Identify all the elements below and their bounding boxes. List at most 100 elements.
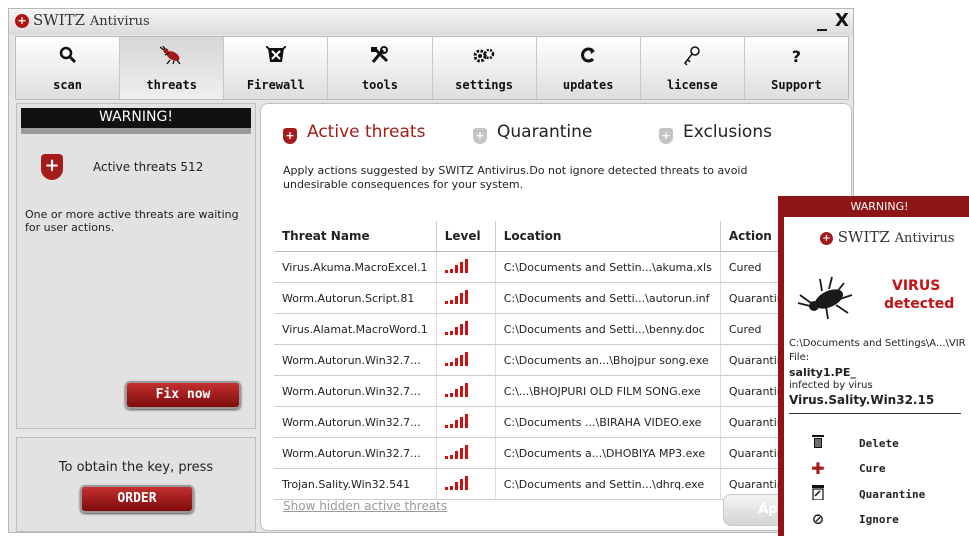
- tools-icon: [328, 46, 431, 69]
- quarantine-icon: [811, 485, 825, 504]
- question-icon: ?: [791, 47, 802, 66]
- threat-level-bars-icon: [444, 475, 468, 490]
- key-icon: [641, 46, 744, 71]
- toolbar-label: updates: [562, 78, 614, 92]
- popup-divider: [789, 413, 961, 414]
- toolbar-label: scan: [53, 78, 83, 92]
- updates-icon: [537, 46, 640, 69]
- firewall-icon: [224, 45, 327, 69]
- toolbar-label: threats: [146, 78, 197, 92]
- magnifier-icon: [16, 46, 119, 69]
- threats-content-panel: + Active threats + Quarantine + Exclusions …: [260, 103, 852, 531]
- toolbar-item-settings[interactable]: settings: [433, 37, 537, 99]
- column-header-level[interactable]: Level: [436, 221, 496, 252]
- toolbar-item-firewall[interactable]: Firewall: [224, 37, 329, 99]
- order-panel: To obtain the key, press ORDER: [16, 437, 256, 532]
- popup-warning-header: WARNING!: [784, 197, 969, 217]
- action-label: Quarantine: [859, 488, 926, 501]
- threat-level-cell: [436, 468, 496, 500]
- warning-message: One or more active threats are waiting f…: [25, 208, 239, 234]
- switz-logo-icon: +: [820, 232, 833, 245]
- switz-logo-icon: +: [15, 14, 29, 28]
- file-label: File:: [789, 352, 810, 363]
- toolbar-item-threats[interactable]: threats: [120, 37, 225, 99]
- show-hidden-threats-link[interactable]: Show hidden active threats: [283, 499, 447, 513]
- title-bar: + SWITZ Antivirus _ X: [9, 7, 853, 35]
- main-window: + SWITZ Antivirus _ X scan threats Firew…: [8, 7, 854, 533]
- threat-level-bars-icon: [444, 444, 468, 459]
- file-name: sality1.PE_: [789, 366, 856, 379]
- action-label: Ignore: [859, 513, 899, 526]
- threat-level-cell: [436, 282, 496, 314]
- toolbar-item-support[interactable]: ? Support: [745, 37, 848, 99]
- trash-icon: [811, 434, 825, 452]
- tab-label: Exclusions: [683, 122, 772, 142]
- table-header-row: Threat Name Level Location Action: [274, 221, 851, 252]
- warning-header: WARNING!: [21, 108, 251, 134]
- table-row[interactable]: Worm.Autorun.Win32.7... C:\Documents an..…: [274, 344, 851, 376]
- threat-name-cell: Worm.Autorun.Script.81: [274, 282, 437, 314]
- order-button[interactable]: ORDER: [80, 485, 194, 513]
- threat-name-cell: Worm.Autorun.Win32.7...: [274, 375, 437, 407]
- threat-name-cell: Virus.Alamat.MacroWord.1: [274, 313, 437, 345]
- tab-quarantine[interactable]: + Quarantine: [473, 122, 592, 144]
- tab-label: Quarantine: [497, 122, 593, 142]
- tab-label: Active threats: [307, 122, 426, 142]
- toolbar-label: license: [667, 78, 718, 92]
- threat-location-cell: C:\Documents a...\DHOBIYA MP3.exe: [495, 437, 721, 469]
- infected-by-label: infected by virus: [789, 380, 873, 391]
- threat-location-cell: C:\Documents ...\BIRAHA VIDEO.exe: [495, 406, 721, 438]
- main-toolbar: scan threats Firewall tools settings upd…: [15, 36, 849, 100]
- ignore-action[interactable]: ⊘ Ignore: [784, 509, 969, 531]
- infected-path: C:\Documents and Settings\A...\VIR: [789, 338, 966, 349]
- threat-level-bars-icon: [444, 289, 468, 304]
- table-row[interactable]: Worm.Autorun.Win32.7... C:\...\BHOJPURI O…: [274, 375, 851, 407]
- quarantine-action[interactable]: Quarantine: [784, 484, 969, 506]
- cure-action[interactable]: ✚ Cure: [784, 458, 969, 480]
- table-row[interactable]: Virus.Akuma.MacroExcel.1 C:\Documents and…: [274, 251, 851, 283]
- toolbar-item-scan[interactable]: scan: [16, 37, 121, 99]
- fix-now-button[interactable]: Fix now: [125, 381, 241, 409]
- active-threats-count: Active threats 512: [93, 160, 204, 174]
- bug-icon: [796, 273, 856, 326]
- threat-location-cell: C:\...\BHOJPURI OLD FILM SONG.exe: [495, 375, 721, 407]
- gears-icon: [433, 46, 536, 69]
- threat-level-cell: [436, 375, 496, 407]
- table-row[interactable]: Worm.Autorun.Win32.7... C:\Documents ...\…: [274, 406, 851, 438]
- delete-action[interactable]: Delete: [784, 433, 969, 455]
- obtain-key-text: To obtain the key, press: [58, 460, 214, 475]
- toolbar-item-tools[interactable]: tools: [328, 37, 433, 99]
- threat-name-cell: Worm.Autorun.Win32.7...: [274, 406, 437, 438]
- minimize-button[interactable]: _: [817, 7, 827, 31]
- toolbar-item-updates[interactable]: updates: [537, 37, 641, 99]
- toolbar-label: Firewall: [246, 78, 305, 92]
- tab-active-threats[interactable]: + Active threats: [283, 122, 425, 144]
- threat-name-cell: Worm.Autorun.Win32.7...: [274, 437, 437, 469]
- popup-logo: + SWITZ Antivirus: [820, 228, 955, 246]
- toolbar-label: Support: [771, 78, 822, 92]
- table-row[interactable]: Worm.Autorun.Win32.7... C:\Documents a...…: [274, 437, 851, 469]
- threat-name-cell: Worm.Autorun.Win32.7...: [274, 344, 437, 376]
- virus-name: Virus.Sality.Win32.15: [789, 393, 935, 407]
- table-row[interactable]: Worm.Autorun.Script.81 C:\Documents and S…: [274, 282, 851, 314]
- threats-table: Threat Name Level Location Action Virus.…: [274, 221, 851, 500]
- toolbar-label: settings: [455, 78, 513, 92]
- virus-alert-popup: WARNING! + SWITZ Antivirus VIRUS detecte…: [778, 196, 969, 536]
- column-header-location[interactable]: Location: [495, 221, 721, 252]
- bug-icon: [120, 45, 223, 69]
- toolbar-item-license[interactable]: license: [641, 37, 745, 99]
- apply-actions-message: Apply actions suggested by SWITZ Antivir…: [283, 164, 748, 191]
- left-warning-panel: WARNING! + Active threats 512 One or mor…: [16, 103, 256, 429]
- threat-location-cell: C:\Documents and Settin...\akuma.xls: [495, 251, 721, 283]
- table-row[interactable]: Virus.Alamat.MacroWord.1 C:\Documents and…: [274, 313, 851, 345]
- column-header-name[interactable]: Threat Name: [274, 221, 437, 252]
- threat-location-cell: C:\Documents an...\Bhojpur song.exe: [495, 344, 721, 376]
- tab-exclusions[interactable]: + Exclusions: [659, 122, 772, 144]
- threat-name-cell: Trojan.Sality.Win32.541: [274, 468, 437, 500]
- prohibited-icon: ⊘: [811, 510, 825, 528]
- threat-level-cell: [436, 406, 496, 438]
- threat-name-cell: Virus.Akuma.MacroExcel.1: [274, 251, 437, 283]
- shield-icon: +: [283, 128, 297, 144]
- close-button[interactable]: X: [835, 10, 849, 31]
- window-title: SWITZ Antivirus: [33, 11, 150, 29]
